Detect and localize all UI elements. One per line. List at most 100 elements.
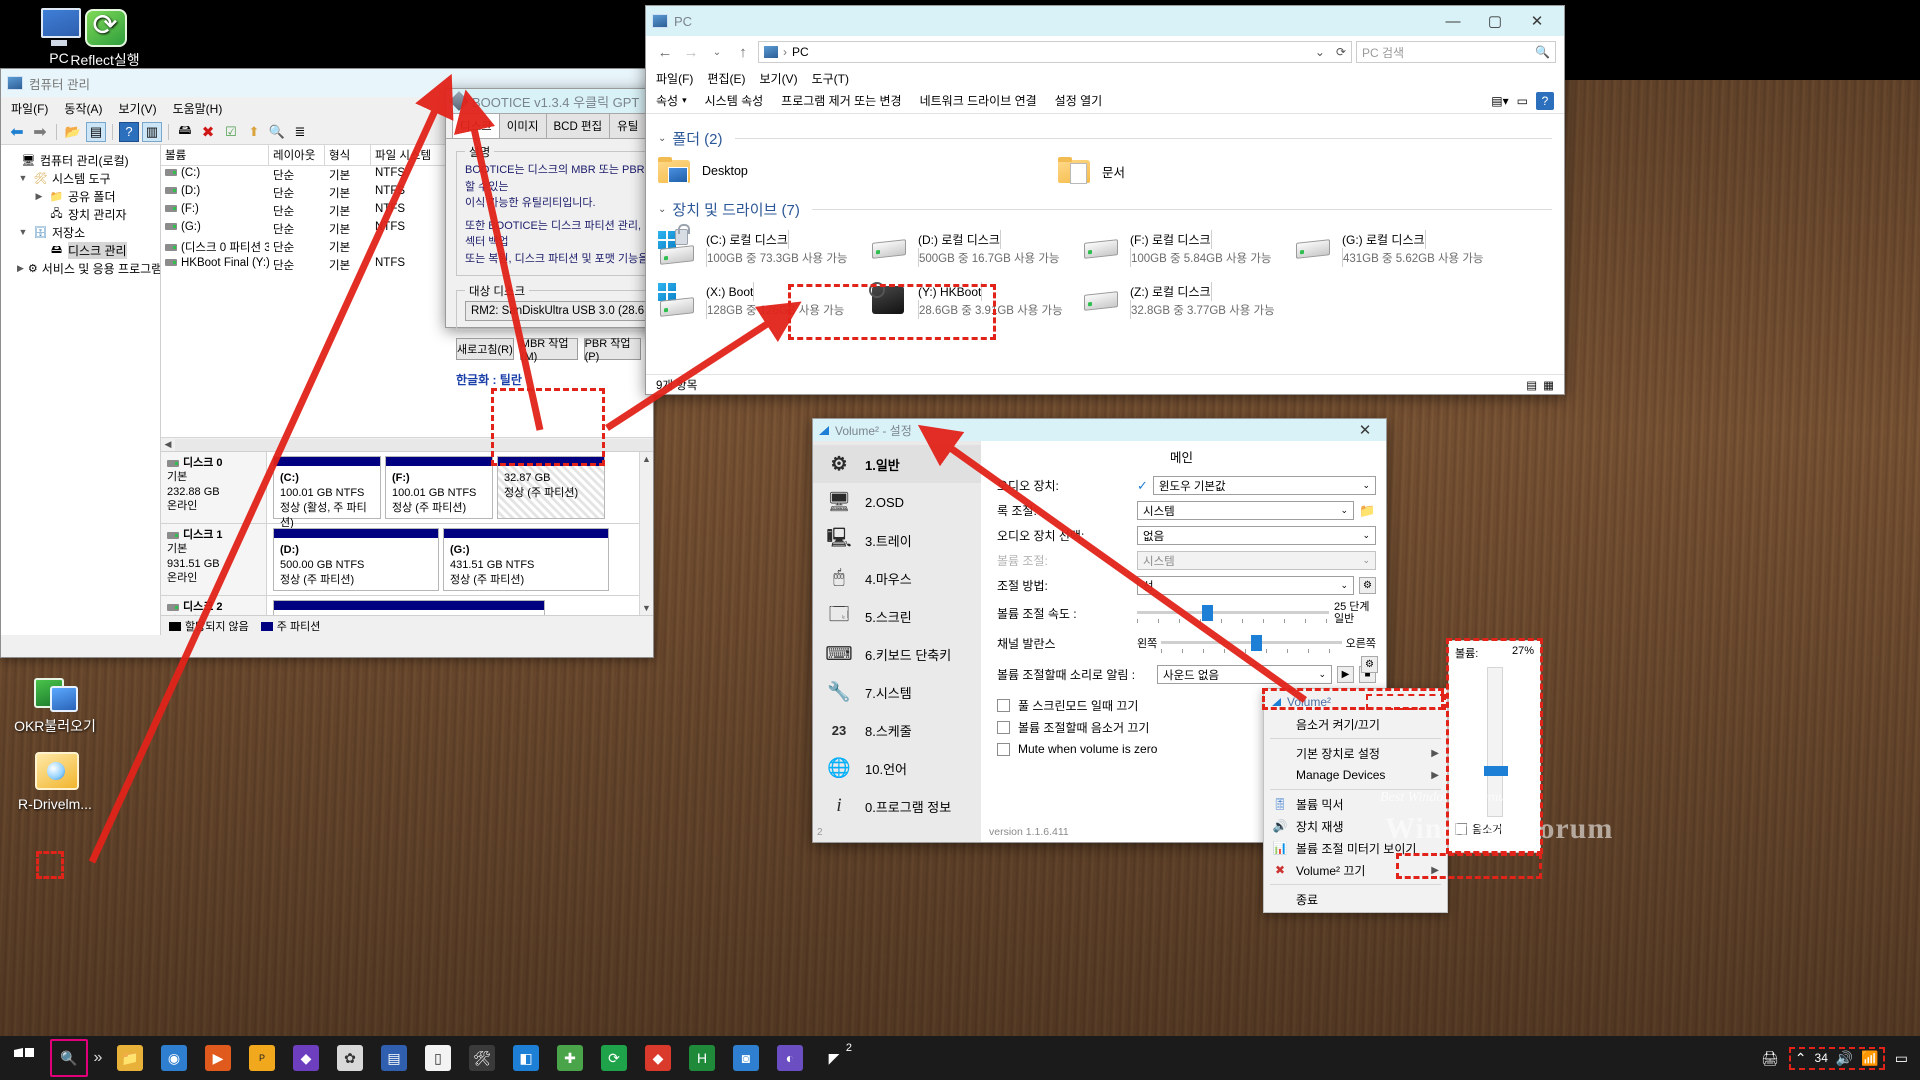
open-settings-command[interactable]: 설정 열기: [1055, 92, 1103, 109]
column-header-volume[interactable]: 볼륨: [161, 145, 269, 165]
address-bar[interactable]: › PC ⌄ ⟳: [758, 41, 1352, 63]
back-icon[interactable]: ⬅: [7, 122, 27, 142]
extra-settings-button[interactable]: ⚙: [1361, 656, 1378, 673]
list-item[interactable]: (C:) 로컬 디스크 100GB 중 73.3GB 사용 가능: [658, 224, 870, 280]
chevron-down-icon[interactable]: ⌄: [1362, 480, 1370, 491]
tree-node-services[interactable]: ▶ ⚙ 서비스 및 응용 프로그램: [1, 259, 160, 277]
taskbar-item-app6[interactable]: ✿: [328, 1036, 372, 1080]
start-button[interactable]: [0, 1036, 48, 1080]
chevron-down-icon[interactable]: ⌄: [1340, 505, 1348, 516]
volume-icon[interactable]: 🔊: [1836, 1050, 1853, 1067]
tree-node-system-tools[interactable]: ▼ 🛠 시스템 도구: [1, 169, 160, 187]
tray-highlight-group[interactable]: ⌃ 34 🔊 📶: [1788, 1046, 1885, 1070]
explorer-window[interactable]: PC — ▢ ✕ ← → ⌄ ↑ › PC ⌄ ⟳ PC 검색 🔍 파일(F) …: [645, 5, 1565, 395]
section-header-drives[interactable]: ⌄ 장치 및 드라이브 (7): [658, 199, 1552, 220]
sidebar-item-language[interactable]: 🌐 10.언어: [813, 749, 981, 787]
system-tray[interactable]: 🖨 ⌃ 34 🔊 📶 ▭: [1761, 1046, 1920, 1070]
audio-device-choice-select[interactable]: 없음 ⌄: [1137, 526, 1376, 545]
list-item-highlighted[interactable]: (Z:) 로컬 디스크 32.8GB 중 3.77GB 사용 가능: [1082, 280, 1294, 332]
up-folder-icon[interactable]: 📂: [63, 122, 83, 142]
explorer-command-bar[interactable]: 속성 ▾ 시스템 속성 프로그램 제거 또는 변경 네트워크 드라이브 연결 설정…: [646, 88, 1564, 114]
minimize-icon[interactable]: —: [1432, 7, 1474, 36]
menu-view[interactable]: 보기(V): [118, 100, 156, 117]
sidebar-item-screen[interactable]: 🗔 5.스크린: [813, 597, 981, 635]
close-icon[interactable]: ✕: [1350, 420, 1380, 441]
search-input[interactable]: PC 검색 🔍: [1356, 41, 1556, 63]
menu-item-set-default-device[interactable]: 기본 장치로 설정 ▶: [1264, 742, 1447, 764]
chevron-down-icon[interactable]: ⌄: [1340, 580, 1348, 591]
close-icon[interactable]: ✕: [1516, 7, 1558, 36]
gear-icon[interactable]: ⚙: [1361, 656, 1378, 673]
balance-slider[interactable]: [1161, 634, 1342, 653]
sidebar-item-system[interactable]: 🔧 7.시스템: [813, 673, 981, 711]
tree-node-device-manager[interactable]: 🖧 장치 관리자: [1, 205, 160, 223]
sidebar-item-mouse[interactable]: 🖱 4.마우스: [813, 559, 981, 597]
tab-bcd-edit[interactable]: BCD 편집: [545, 113, 611, 138]
sidebar-item-schedule[interactable]: 23 8.스케줄: [813, 711, 981, 749]
sidebar-item-osd[interactable]: 🖥 2.OSD: [813, 483, 981, 521]
taskbar-item-app3[interactable]: ▶: [196, 1036, 240, 1080]
partition[interactable]: HKBoot Final (Y:) 28.64 GB NTFS 정상 (활성, …: [273, 600, 545, 615]
audio-device-select[interactable]: 윈도우 기본값 ⌄: [1152, 476, 1376, 495]
chevron-down-icon[interactable]: ⌄: [1362, 530, 1370, 541]
chevron-up-icon[interactable]: ⌃: [1795, 1050, 1807, 1067]
taskbar-item-tools[interactable]: 🛠: [460, 1036, 504, 1080]
disk-row[interactable]: 디스크 0 기본 232.88 GB 온라인 (C:) 100.01 GB NT…: [161, 452, 653, 529]
taskbar-item-explorer[interactable]: 📁: [108, 1036, 152, 1080]
volume2-window-buttons[interactable]: ✕: [1350, 420, 1380, 441]
volume2-sidebar[interactable]: ⚙ 1.일반 🖥 2.OSD 🖳 3.트레이 🖱 4.마우스 🗔 5.스크린 ⌨: [813, 441, 981, 842]
explorer-titlebar[interactable]: PC — ▢ ✕: [646, 6, 1564, 36]
system-properties-command[interactable]: 시스템 속성: [705, 92, 764, 109]
taskbar-item-app15[interactable]: ◙: [724, 1036, 768, 1080]
desktop-icon-okr[interactable]: OKR불러오기: [0, 672, 110, 734]
disk-row[interactable]: 디스크 2 이동식 28.64 GB HKBoot Final (Y:) 28.…: [161, 596, 653, 615]
search-icon[interactable]: 🔍: [1535, 45, 1550, 59]
record-control-select[interactable]: 시스템 ⌄: [1137, 501, 1354, 520]
taskbar-overflow-chevron[interactable]: »: [88, 1049, 108, 1067]
tree-twisty[interactable]: ▶: [17, 263, 24, 274]
tree-node-shared-folders[interactable]: ▶ 📁 공유 폴더: [1, 187, 160, 205]
column-header-type[interactable]: 형식: [325, 145, 371, 165]
list-item[interactable]: (Y:) HKBoot 28.6GB 중 3.91GB 사용 가능: [869, 280, 1082, 332]
control-method-select[interactable]: 선 ⌄: [1137, 576, 1354, 595]
search-icon[interactable]: 🔍: [267, 122, 287, 142]
breadcrumb[interactable]: PC: [792, 45, 809, 59]
connect-disk-icon[interactable]: 🖴: [175, 122, 195, 142]
show-action-pane-icon[interactable]: ▥: [142, 121, 162, 142]
network-icon[interactable]: 📶: [1861, 1050, 1878, 1067]
partition[interactable]: (G:) 431.51 GB NTFS 정상 (주 파티션): [443, 528, 609, 591]
map-network-drive-command[interactable]: 네트워크 드라이브 연결: [920, 92, 1037, 109]
taskbar-item-app7[interactable]: ▤: [372, 1036, 416, 1080]
taskbar-item-app2[interactable]: ◉: [152, 1036, 196, 1080]
menu-tools[interactable]: 도구(T): [812, 70, 849, 87]
disk-row[interactable]: 디스크 1 기본 931.51 GB 온라인 (D:) 500.00 GB NT…: [161, 524, 653, 596]
explorer-window-buttons[interactable]: — ▢ ✕: [1432, 7, 1558, 36]
menu-item-disable-volume2[interactable]: ✖ Volume² 끄기 ▶: [1264, 859, 1447, 881]
volume-step-slider[interactable]: [1137, 604, 1329, 623]
explorer-command-bar-right[interactable]: ▤▾ ▭ ?: [1491, 91, 1554, 110]
tab-utility[interactable]: 유틸: [609, 113, 647, 138]
scroll-down-icon[interactable]: ▼: [640, 603, 653, 613]
menu-action[interactable]: 동작(A): [64, 100, 102, 117]
tree-twisty[interactable]: ▼: [17, 227, 29, 237]
taskbar-item-hiren[interactable]: H: [680, 1036, 724, 1080]
taskbar-item-app10[interactable]: ◧: [504, 1036, 548, 1080]
play-icon[interactable]: ▶: [1337, 666, 1354, 683]
graph-vscrollbar[interactable]: ▲ ▼: [639, 452, 653, 615]
tree-twisty[interactable]: ▶: [33, 191, 45, 202]
action-center-icon[interactable]: ▭: [1895, 1050, 1908, 1067]
sidebar-item-about[interactable]: i 0.프로그램 정보: [813, 787, 981, 825]
change-view-icon[interactable]: ▤▾: [1491, 94, 1508, 108]
menu-help[interactable]: 도움말(H): [173, 100, 223, 117]
sidebar-item-hotkeys[interactable]: ⌨ 6.키보드 단축키: [813, 635, 981, 673]
list-item[interactable]: (G:) 로컬 디스크 431GB 중 5.62GB 사용 가능: [1294, 228, 1506, 280]
checklist-icon[interactable]: ☑: [221, 122, 241, 142]
tree-node-disk-management[interactable]: 🖴 디스크 관리: [1, 241, 160, 259]
partition-selected[interactable]: 32.87 GB 정상 (주 파티션): [497, 456, 605, 519]
explorer-menubar[interactable]: 파일(F) 편집(E) 보기(V) 도구(T): [646, 68, 1564, 88]
menu-view[interactable]: 보기(V): [759, 70, 797, 87]
console-tree[interactable]: 🖥 컴퓨터 관리(로컬) ▼ 🛠 시스템 도구 ▶ 📁 공유 폴더 🖧 장치 관…: [1, 145, 161, 635]
menu-edit[interactable]: 편집(E): [707, 70, 745, 87]
taskbar-item-app16[interactable]: ◐: [768, 1036, 812, 1080]
taskbar[interactable]: 🔍 » 📁 ◉ ▶ P ◆ ✿ ▤ ▯ 🛠 ◧ ✚ ⟳ ◆ H ◙ ◐ ◤ 2 …: [0, 1036, 1920, 1080]
